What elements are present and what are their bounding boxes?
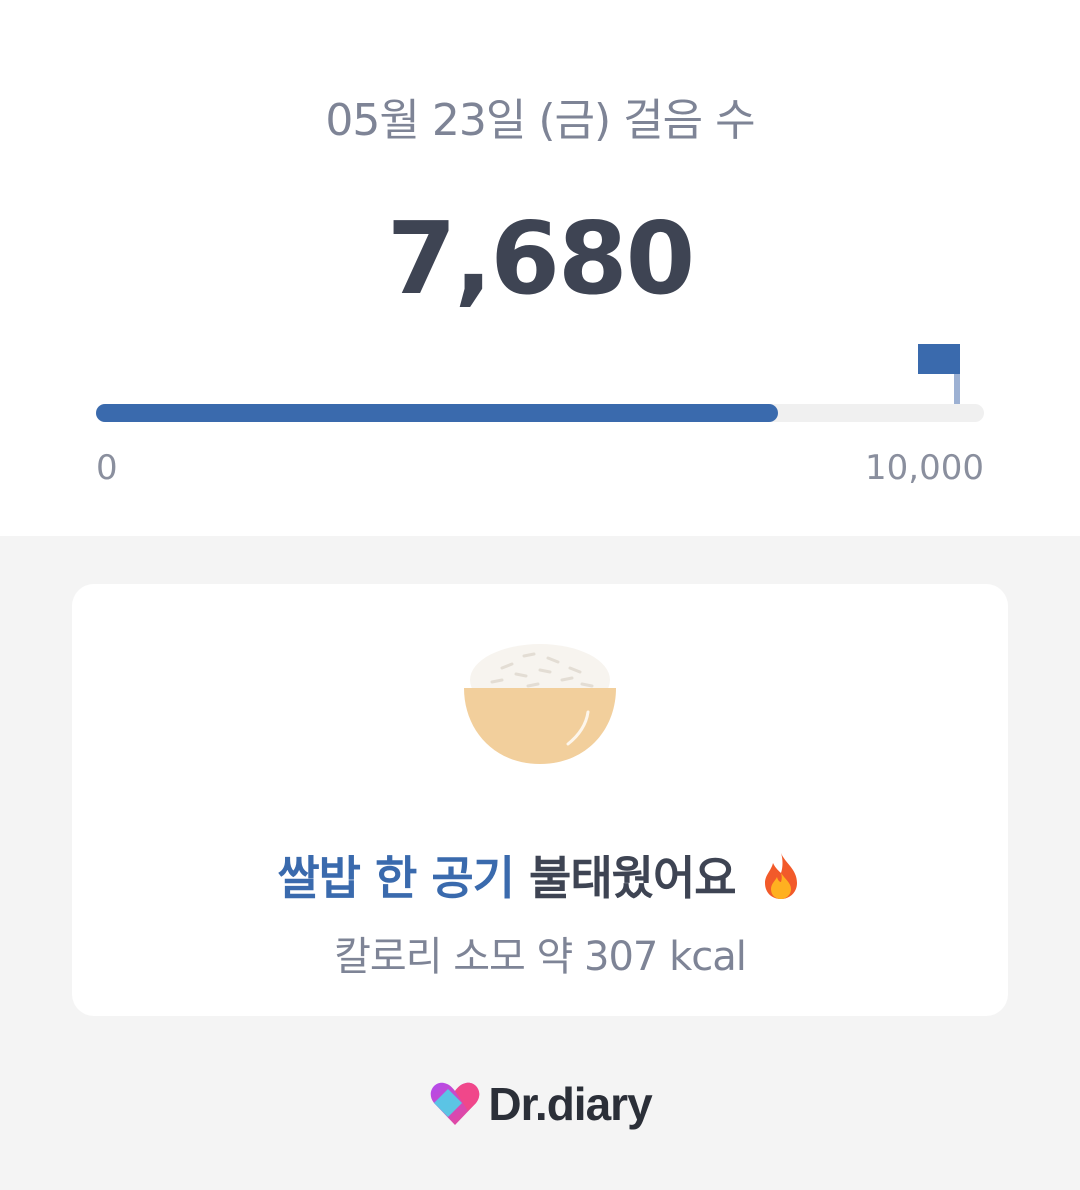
brand-footer: Dr.diary [0, 1076, 1080, 1132]
burn-food-label: 쌀밥 한 공기 [277, 851, 515, 905]
progress-min-label: 0 [96, 448, 118, 488]
burn-verb-label: 불태웠어요 [529, 851, 737, 905]
rice-bowl-icon [462, 638, 618, 768]
calorie-card: 쌀밥 한 공기 불태웠어요 칼로리 소모 약 307 kcal [72, 584, 1008, 1016]
burn-message: 쌀밥 한 공기 불태웠어요 [72, 842, 1008, 912]
brand-name: Dr.diary [488, 1078, 652, 1130]
heart-logo-icon [428, 1079, 482, 1129]
progress-max-label: 10,000 [865, 448, 984, 488]
calorie-burned-text: 칼로리 소모 약 307 kcal [334, 934, 747, 980]
fire-icon [759, 851, 803, 912]
step-summary-panel: 05월 23일 (금) 걸음 수 7,680 0 10,000 [0, 0, 1080, 536]
step-progress-fill [96, 404, 778, 422]
step-progress-bar [96, 404, 984, 422]
goal-flag-icon [918, 344, 962, 404]
step-count-value: 7,680 [386, 200, 695, 317]
page-title: 05월 23일 (금) 걸음 수 [325, 95, 755, 146]
